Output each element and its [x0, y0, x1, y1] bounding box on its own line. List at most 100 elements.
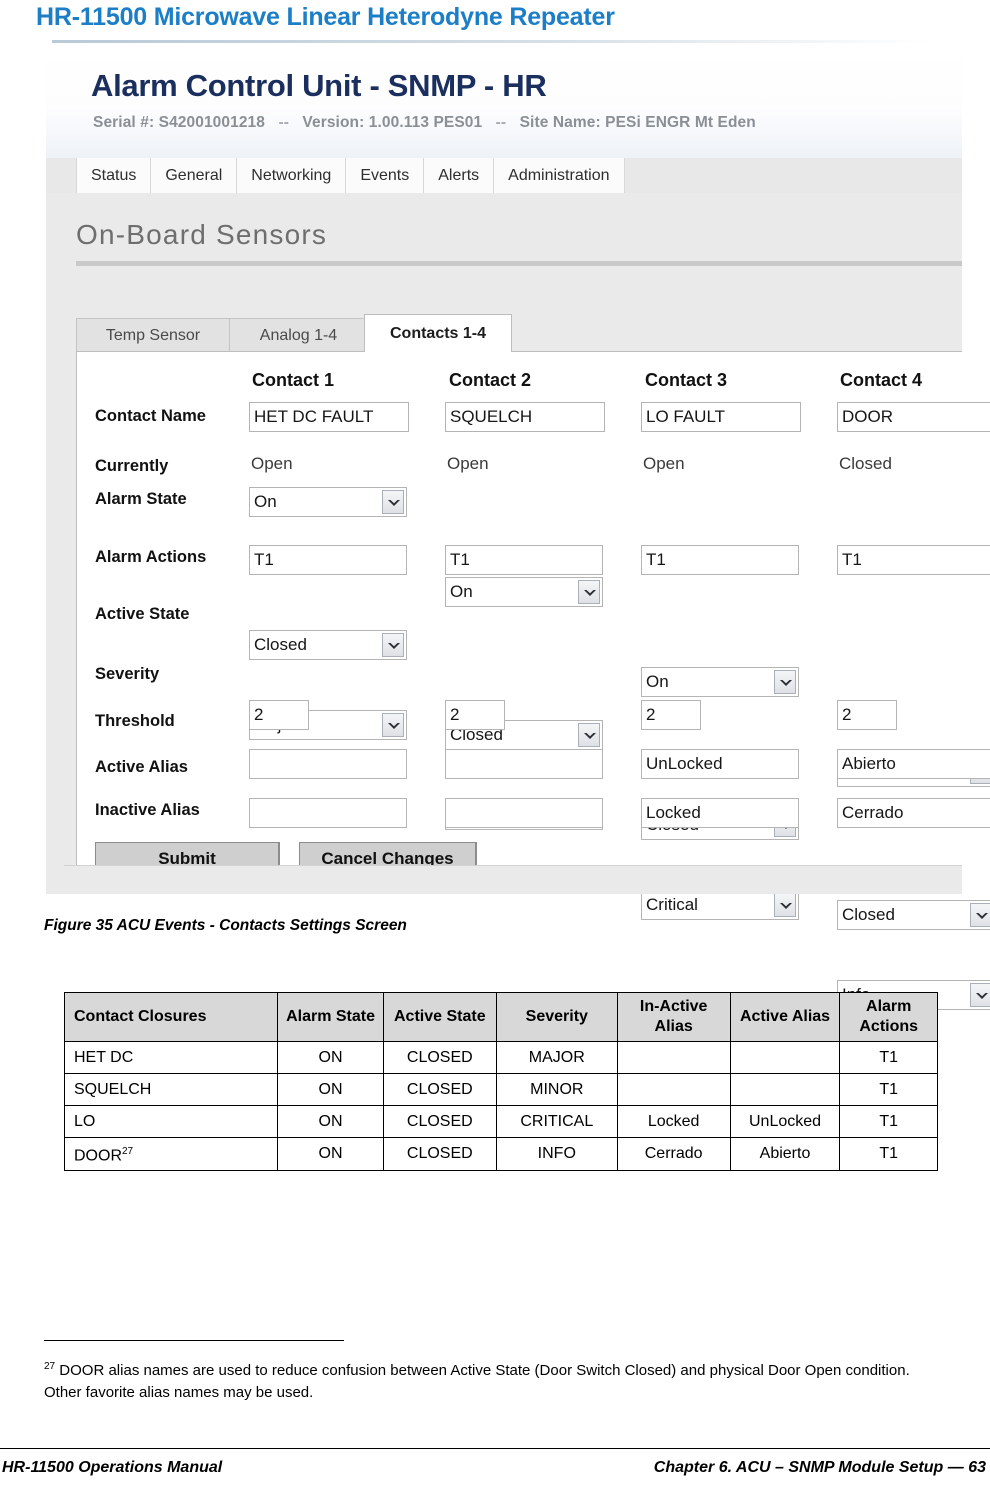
inactive-alias-input-2[interactable]	[445, 798, 603, 828]
alarm-actions-input-4[interactable]: T1	[837, 545, 990, 575]
sub-tab-contacts-1-4[interactable]: Contacts 1-4	[364, 314, 512, 352]
alarm-actions-input-3[interactable]: T1	[641, 545, 799, 575]
inactive-alias-input-1[interactable]	[249, 798, 407, 828]
alarm-state-select-3[interactable]: On	[641, 667, 799, 697]
contacts-grid: Contact 1 Contact 2 Contact 3 Contact 4 …	[77, 352, 990, 1010]
section-underline	[76, 261, 962, 266]
cell-active-alias	[729, 1041, 841, 1074]
chevron-down-icon[interactable]	[382, 713, 404, 737]
cell-active-state: CLOSED	[382, 1073, 497, 1106]
th-contact-closures: Contact Closures	[63, 992, 279, 1042]
footnote: 27 DOOR alias names are used to reduce c…	[44, 1356, 944, 1404]
cell-alarm-actions: T1	[839, 1041, 938, 1074]
chevron-down-icon[interactable]	[774, 893, 796, 917]
threshold-input-1[interactable]: 2	[249, 700, 309, 730]
column-header-contact-3: Contact 3	[645, 370, 728, 390]
alarm-state-value-3: On	[646, 672, 669, 691]
running-head-rule	[52, 40, 932, 43]
app-title: Alarm Control Unit - SNMP - HR	[91, 68, 547, 103]
sub-tab-temp-sensor[interactable]: Temp Sensor	[76, 318, 230, 352]
th-active-state: Active State	[382, 992, 497, 1042]
threshold-input-2[interactable]: 2	[445, 700, 505, 730]
chevron-down-icon[interactable]	[970, 903, 990, 927]
cell-active-alias: Abierto	[729, 1136, 841, 1172]
main-nav-bar: Status General Networking Events Alerts …	[46, 158, 962, 194]
row-label-currently: Currently	[95, 457, 169, 475]
row-label-severity: Severity	[95, 665, 160, 683]
row-label-active-state: Active State	[95, 605, 190, 623]
chevron-down-icon[interactable]	[578, 580, 600, 604]
app-header: Alarm Control Unit - SNMP - HR Serial #:…	[46, 48, 962, 158]
cell-inactive-alias: Cerrado	[616, 1136, 731, 1172]
footnote-separator	[44, 1340, 344, 1341]
inactive-alias-input-4[interactable]: Cerrado	[837, 798, 990, 828]
sensor-sub-tabs: Temp Sensor Analog 1-4 Contacts 1-4	[76, 314, 962, 352]
contact-name-input-2[interactable]: SQUELCH	[445, 402, 605, 432]
cell-severity: INFO	[495, 1136, 618, 1172]
row-label-alarm-state: Alarm State	[95, 490, 187, 508]
contact-name-input-4[interactable]: DOOR	[837, 402, 990, 432]
page-footer-right: Chapter 6. ACU – SNMP Module Setup — 63	[653, 1459, 986, 1476]
subtitle-separator-1: --	[278, 114, 289, 131]
active-state-select-1[interactable]: Closed	[249, 630, 407, 660]
version-value: 1.00.113 PES01	[368, 114, 483, 131]
nav-tab-networking[interactable]: Networking	[236, 158, 347, 193]
alarm-actions-input-2[interactable]: T1	[445, 545, 603, 575]
section-container: On-Board Sensors Temp Sensor Analog 1-4 …	[46, 193, 990, 1010]
nav-tab-status[interactable]: Status	[76, 158, 152, 193]
cell-active-alias: UnLocked	[729, 1105, 841, 1138]
nav-tab-events[interactable]: Events	[345, 158, 425, 193]
cell-active-state: CLOSED	[382, 1041, 497, 1074]
cell-severity: CRITICAL	[495, 1105, 618, 1138]
footnote-marker: 27	[44, 1361, 56, 1372]
chevron-down-icon[interactable]	[382, 490, 404, 514]
subtitle-separator-2: --	[495, 114, 507, 131]
th-inactive-alias: In-Active Alias	[616, 992, 731, 1042]
cell-alarm-actions: T1	[839, 1136, 938, 1172]
active-alias-input-1[interactable]	[249, 749, 407, 779]
alarm-actions-input-1[interactable]: T1	[249, 545, 407, 575]
cell-alarm-actions: T1	[839, 1105, 938, 1138]
active-state-select-4[interactable]: Closed	[837, 900, 990, 930]
th-alarm-actions: Alarm Actions	[839, 992, 938, 1042]
cell-alarm-actions: T1	[839, 1073, 938, 1106]
cell-severity: MAJOR	[495, 1041, 618, 1074]
cell-active-state: CLOSED	[382, 1105, 497, 1138]
running-head: HR-11500 Microwave Linear Heterodyne Rep…	[36, 2, 954, 42]
threshold-input-4[interactable]: 2	[837, 700, 897, 730]
table-body: HET DC ON CLOSED MAJOR T1 SQUELCH ON CLO…	[63, 1041, 938, 1172]
chevron-down-icon[interactable]	[774, 670, 796, 694]
active-alias-input-4[interactable]: Abierto	[837, 749, 990, 779]
active-state-value-4: Closed	[842, 905, 895, 924]
currently-value-1: Open	[251, 454, 293, 473]
active-alias-input-3[interactable]: UnLocked	[641, 749, 799, 779]
alarm-state-select-2[interactable]: On	[445, 577, 603, 607]
cell-alarm-state: ON	[277, 1073, 384, 1106]
site-value: PESi ENGR Mt Eden	[605, 114, 756, 131]
running-head-title: HR-11500 Microwave Linear Heterodyne Rep…	[36, 3, 615, 31]
nav-tab-administration[interactable]: Administration	[493, 158, 625, 193]
section-title: On-Board Sensors	[76, 219, 328, 250]
cell-contact: DOOR27	[63, 1136, 279, 1172]
chevron-down-icon[interactable]	[970, 983, 990, 1007]
cell-severity: MINOR	[495, 1073, 618, 1106]
contact-name-input-3[interactable]: LO FAULT	[641, 402, 801, 432]
alarm-state-select-1[interactable]: On	[249, 487, 407, 517]
sub-tab-analog-1-4[interactable]: Analog 1-4	[229, 318, 368, 352]
chevron-down-icon[interactable]	[382, 633, 404, 657]
cell-inactive-alias	[616, 1073, 731, 1106]
threshold-input-3[interactable]: 2	[641, 700, 701, 730]
severity-select-3[interactable]: Critical	[641, 890, 799, 920]
column-header-contact-2: Contact 2	[449, 370, 532, 390]
cell-inactive-alias: Locked	[616, 1105, 731, 1138]
active-alias-input-2[interactable]	[445, 749, 603, 779]
screenshot-footer-strip	[64, 865, 962, 894]
contact-name-input-1[interactable]: HET DC FAULT	[249, 402, 409, 432]
nav-tab-general[interactable]: General	[150, 158, 238, 193]
row-label-threshold: Threshold	[95, 712, 175, 730]
page-footer-left: HR-11500 Operations Manual	[2, 1459, 223, 1476]
chevron-down-icon[interactable]	[578, 723, 600, 747]
inactive-alias-input-3[interactable]: Locked	[641, 798, 799, 828]
main-nav-tabs: Status General Networking Events Alerts …	[76, 158, 625, 193]
nav-tab-alerts[interactable]: Alerts	[423, 158, 495, 193]
